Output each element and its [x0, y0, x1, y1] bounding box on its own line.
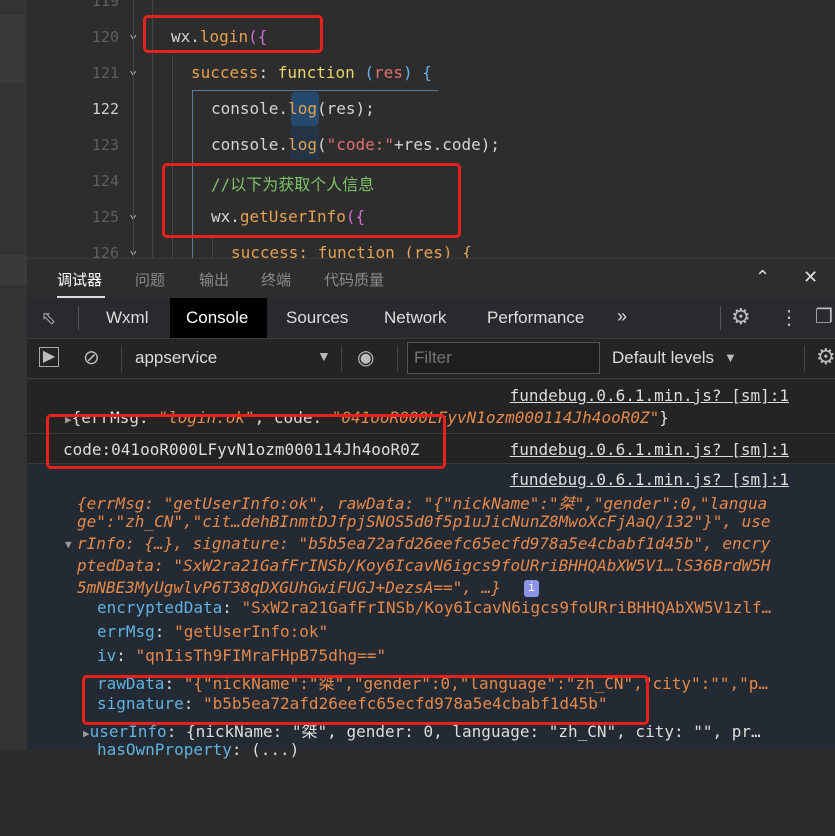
object-summary-line[interactable]: rInfo: {…}, signature: "b5b5ea72afd26eef…	[77, 534, 771, 553]
highlight-box-code	[46, 414, 446, 469]
line-number: 121	[91, 64, 119, 82]
tab-performance[interactable]: Performance	[471, 298, 600, 338]
panel-tab-bar: 调试器 问题 输出 终端 代码质量 ⌃ ✕	[27, 258, 835, 298]
object-summary-line: {errMsg: "getUserInfo:ok", rawData: "{"n…	[77, 494, 768, 513]
expand-triangle-icon[interactable]: ▼	[65, 534, 72, 551]
panel-tab-output[interactable]: 输出	[199, 269, 229, 290]
panel-tab-debugger[interactable]: 调试器	[57, 269, 102, 290]
object-summary-line: 5mNBE3MyUgwlvP6T38qDXGUhGwiFUGJ+DezsA=="…	[77, 578, 501, 597]
line-number: 123	[91, 136, 119, 154]
object-summary-line: ge":"zh_CN","cit…dehBInmtDJfpjSNOS5d0f5p…	[77, 512, 771, 531]
highlight-box-getuserinfo	[162, 163, 461, 238]
object-summary-line: ptedData: "SxW2ra21GafFrINSb/Koy6IcavN6i…	[77, 556, 771, 575]
line-number: 124	[91, 172, 119, 190]
log-levels-select[interactable]: Default levels	[612, 348, 714, 368]
line-number: 125	[91, 208, 119, 226]
code-line-121: success: function (res) {	[191, 63, 432, 82]
highlight-box-login	[143, 15, 323, 53]
panel-tab-problems[interactable]: 问题	[135, 269, 165, 290]
source-link[interactable]: fundebug.0.6.1.min.js? [sm]:1	[510, 470, 789, 489]
filter-input[interactable]	[407, 342, 600, 374]
dropdown-arrow-icon[interactable]: ▼	[724, 350, 737, 365]
tab-console[interactable]: Console	[170, 298, 267, 338]
tab-network[interactable]: Network	[368, 298, 462, 338]
activity-bar	[0, 0, 27, 750]
panel-tab-terminal[interactable]: 终端	[261, 269, 291, 290]
line-number: 119	[91, 0, 119, 10]
tab-sources[interactable]: Sources	[270, 298, 364, 338]
property-iv: iv: "qnIisTh9FIMraFHpB75dhg=="	[97, 646, 386, 665]
activity-bar-item[interactable]	[0, 255, 27, 285]
inspect-element-icon[interactable]: ⬁	[41, 308, 56, 329]
console-toolbar: ▶ ⊘ appservice ▼ ◉ Default levels ▼ ⚙	[27, 339, 835, 379]
code-line-123: console.log("code:"+res.code);	[211, 135, 501, 154]
dropdown-arrow-icon[interactable]: ▼	[317, 348, 331, 364]
more-vertical-icon[interactable]: ⋮	[779, 305, 799, 330]
context-select[interactable]: appservice	[135, 348, 217, 368]
dock-icon[interactable]: ❐	[815, 304, 833, 329]
property-encryptedData: encryptedData: "SxW2ra21GafFrINSb/Koy6Ic…	[97, 598, 772, 617]
line-number: 120	[91, 28, 119, 46]
line-number: 122	[91, 100, 119, 118]
close-icon[interactable]: ✕	[803, 267, 818, 288]
gear-icon[interactable]: ⚙	[731, 304, 751, 330]
more-tabs-icon[interactable]: »	[617, 306, 627, 327]
source-link[interactable]: fundebug.0.6.1.min.js? [sm]:1	[510, 386, 789, 405]
highlight-box-signature	[82, 675, 649, 725]
activity-bar-item[interactable]	[0, 15, 25, 83]
chevron-up-icon[interactable]: ⌃	[755, 267, 770, 288]
info-icon[interactable]: i	[524, 580, 539, 597]
gear-icon[interactable]: ⚙	[816, 344, 835, 370]
clear-console-icon[interactable]: ⊘	[83, 345, 100, 370]
source-link[interactable]: fundebug.0.6.1.min.js? [sm]:1	[510, 440, 789, 459]
property-errMsg: errMsg: "getUserInfo:ok"	[97, 622, 329, 641]
devtools-tab-bar: ⬁ Wxml Console Sources Network Performan…	[27, 298, 835, 339]
tab-wxml[interactable]: Wxml	[90, 298, 164, 338]
eye-icon[interactable]: ◉	[357, 345, 374, 370]
sidebar-toggle-icon[interactable]: ▶	[39, 347, 59, 367]
panel-tab-code-quality[interactable]: 代码质量	[324, 269, 384, 290]
code-line-122: console.log(res);	[211, 99, 375, 118]
